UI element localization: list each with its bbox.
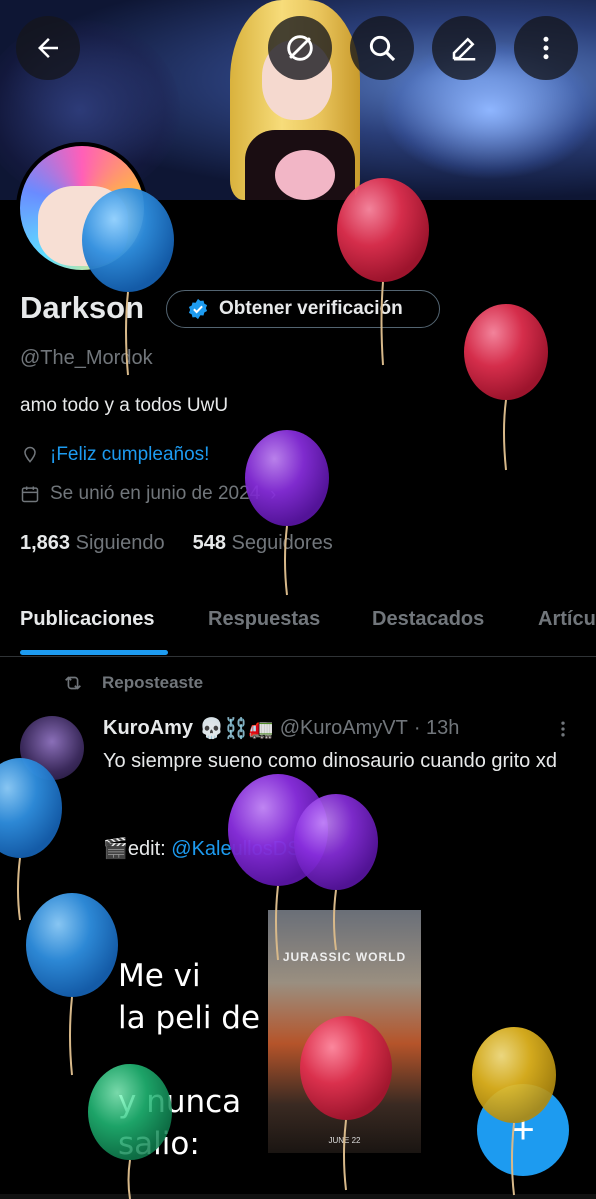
balloon <box>0 758 62 921</box>
balloon <box>88 1064 172 1199</box>
balloon <box>464 304 548 471</box>
balloon <box>337 178 429 366</box>
balloon <box>26 893 118 1076</box>
balloon <box>472 1027 556 1196</box>
balloon <box>300 1016 392 1191</box>
balloon <box>82 188 174 376</box>
balloon <box>294 794 378 951</box>
balloon <box>245 430 329 596</box>
balloons-overlay <box>0 178 556 1199</box>
